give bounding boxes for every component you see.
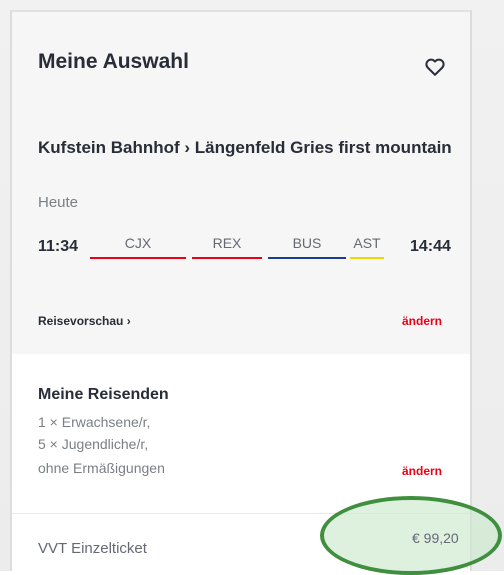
leg-bus: BUS [268,233,346,259]
price-highlight-ellipse [320,496,502,575]
departure-time: 11:34 [38,238,79,255]
arrival-time: 14:44 [410,238,451,255]
change-journey-link[interactable]: ändern [402,314,442,328]
ticket-price: € 99,20 [412,530,459,546]
traveller-discount: ohne Ermäßigungen [38,460,165,476]
traveller-adults: 1 × Erwachsene/r, [38,414,151,430]
traveller-youth: 5 × Jugendliche/r, [38,436,149,452]
heart-icon[interactable] [424,56,446,78]
leg-label: AST [353,235,381,251]
leg-ast: AST [350,233,384,259]
screenshot-frame: Meine Auswahl Kufstein Bahnhof › Längenf… [0,0,504,575]
ticket-name: VVT Einzelticket [38,540,147,557]
leg-rex: REX [192,233,262,259]
route-text: Kufstein Bahnhof › Längenfeld Gries firs… [38,138,452,157]
leg-label: REX [212,235,242,251]
leg-label: BUS [292,235,322,251]
leg-cjx: CJX [90,233,186,259]
change-travellers-link[interactable]: ändern [402,464,442,478]
leg-label: CJX [124,235,152,251]
travel-date: Heute [38,194,79,211]
travel-preview-link[interactable]: Reisevorschau › [38,314,131,328]
travellers-title: Meine Reisenden [38,386,169,403]
card-title: Meine Auswahl [38,50,189,73]
selection-card: Meine Auswahl Kufstein Bahnhof › Längenf… [10,10,472,573]
